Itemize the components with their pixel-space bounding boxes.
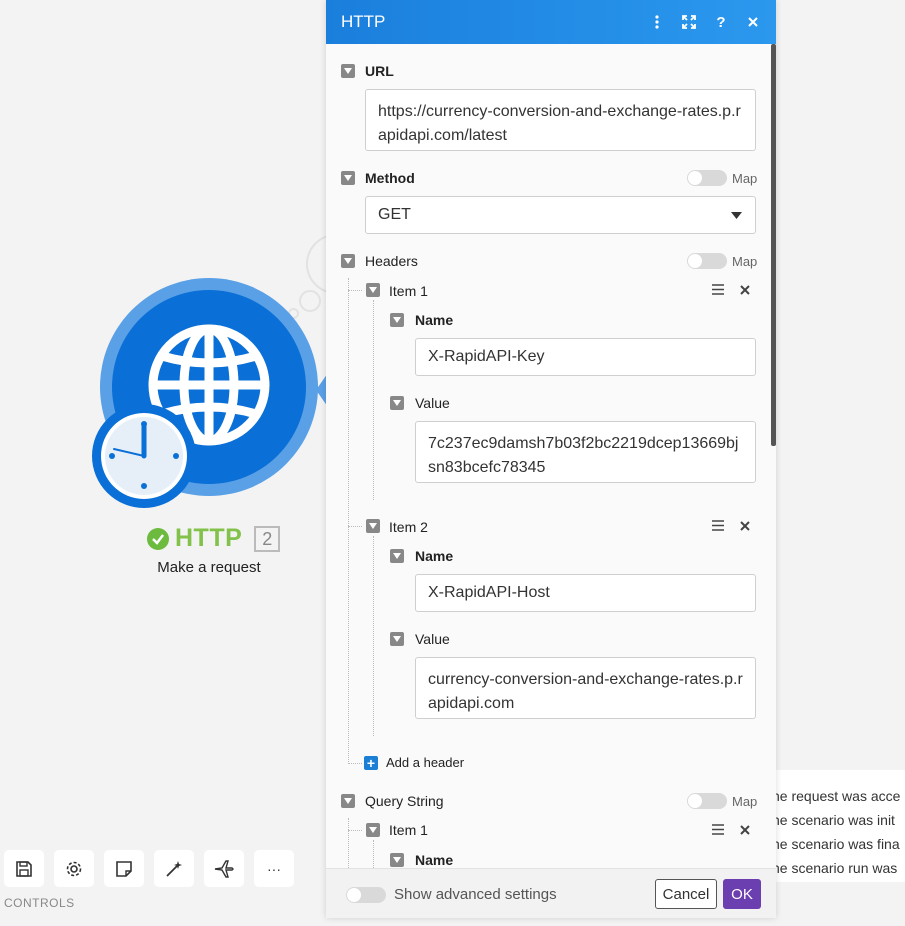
save-button[interactable] [4, 850, 44, 887]
tree-line [348, 830, 362, 831]
chevron-down-icon [731, 212, 742, 219]
auto-align-button[interactable] [154, 850, 194, 887]
method-select[interactable]: GET [365, 196, 756, 234]
tree-line [348, 526, 362, 527]
tree-line [348, 818, 349, 868]
http-module[interactable]: HTTP 2 Make a request [92, 234, 366, 600]
map-label: Map [732, 793, 758, 809]
remove-item-icon[interactable] [740, 825, 750, 835]
headers-collapse-toggle[interactable] [341, 254, 355, 268]
log-line: he scenario run was [772, 860, 898, 876]
tree-line [373, 536, 374, 736]
more-icon: ··· [267, 860, 281, 877]
panel-scrollbar[interactable] [771, 44, 776, 446]
url-label: URL [365, 63, 394, 79]
clock-icon[interactable] [92, 404, 196, 508]
method-map-toggle[interactable]: Map [687, 170, 757, 186]
method-collapse-toggle[interactable] [341, 171, 355, 185]
more-button[interactable]: ··· [254, 850, 294, 887]
http-settings-panel: HTTP ? URL https://currency-conversion-a… [326, 0, 776, 918]
note-icon [116, 860, 132, 877]
tree-line [348, 290, 362, 291]
advanced-settings-label: Show advanced settings [394, 886, 557, 903]
panel-header: HTTP ? [326, 0, 776, 44]
url-field[interactable]: https://currency-conversion-and-exchange… [365, 89, 756, 151]
drag-handle-icon[interactable] [712, 824, 724, 835]
header-1-name-label: Name [415, 312, 454, 328]
remove-item-icon[interactable] [740, 285, 750, 295]
save-icon [16, 860, 32, 877]
module-subtitle: Make a request [157, 559, 261, 576]
header-item-2-label: Item 2 [389, 519, 428, 535]
map-label: Map [732, 253, 758, 269]
header-item-1-collapse-toggle[interactable] [366, 283, 380, 297]
gear-icon [66, 861, 82, 876]
close-icon[interactable] [744, 13, 762, 31]
header-1-name-collapse-toggle[interactable] [390, 313, 404, 327]
method-label: Method [365, 170, 415, 186]
header-1-value-collapse-toggle[interactable] [390, 396, 404, 410]
module-name: HTTP [175, 524, 243, 552]
url-collapse-toggle[interactable] [341, 64, 355, 78]
notes-button[interactable] [104, 850, 144, 887]
add-header-link[interactable]: Add a header [386, 755, 464, 770]
query-item-1-label: Item 1 [389, 822, 428, 838]
header-item-2-collapse-toggle[interactable] [366, 519, 380, 533]
method-value: GET [378, 206, 411, 223]
kebab-menu-icon[interactable] [648, 13, 666, 31]
help-icon[interactable]: ? [712, 13, 730, 31]
tree-line [348, 278, 349, 764]
log-line: he scenario was fina [772, 836, 900, 852]
drag-handle-icon[interactable] [712, 520, 724, 531]
header-1-name-field[interactable]: X-RapidAPI-Key [415, 338, 756, 376]
airplane-icon [214, 859, 234, 878]
header-2-value-collapse-toggle[interactable] [390, 632, 404, 646]
header-2-name-collapse-toggle[interactable] [390, 549, 404, 563]
query-string-label: Query String [365, 793, 444, 809]
expand-icon[interactable] [680, 13, 698, 31]
module-count-badge: 2 [254, 525, 281, 552]
map-switch[interactable] [687, 170, 727, 186]
query-string-map-toggle[interactable]: Map [687, 793, 757, 809]
explain-flow-button[interactable] [204, 850, 244, 887]
headers-map-toggle[interactable]: Map [687, 253, 757, 269]
remove-item-icon[interactable] [740, 521, 750, 531]
controls-toolbar: ··· [4, 850, 294, 887]
magic-wand-icon [166, 860, 182, 877]
header-2-name-field[interactable]: X-RapidAPI-Host [415, 574, 756, 612]
log-panel: he request was acce he scenario was init… [772, 770, 905, 882]
drag-handle-icon[interactable] [712, 284, 724, 295]
map-switch[interactable] [687, 253, 727, 269]
query-1-name-label: Name [415, 852, 454, 868]
tree-line [373, 300, 374, 500]
headers-label: Headers [365, 253, 418, 269]
check-circle-icon [147, 527, 169, 550]
query-item-1-collapse-toggle[interactable] [366, 823, 380, 837]
map-switch[interactable] [687, 793, 727, 809]
query-string-collapse-toggle[interactable] [341, 794, 355, 808]
header-2-value-label: Value [415, 631, 450, 647]
thought-bubble-medium [299, 290, 321, 312]
header-1-value-label: Value [415, 395, 450, 411]
map-label: Map [732, 170, 758, 186]
tree-line [348, 763, 362, 764]
panel-footer: Show advanced settings Cancel OK [326, 868, 776, 918]
settings-button[interactable] [54, 850, 94, 887]
log-line: he scenario was init [772, 812, 895, 828]
log-line: he request was acce [772, 788, 901, 804]
ok-button[interactable]: OK [723, 879, 761, 909]
advanced-settings-toggle[interactable]: Show advanced settings [346, 886, 557, 903]
plus-icon[interactable]: + [364, 756, 378, 770]
controls-label: CONTROLS [4, 896, 75, 910]
cancel-button[interactable]: Cancel [655, 879, 717, 909]
header-1-value-field[interactable]: 7c237ec9damsh7b03f2bc2219dcep13669bjsn83… [415, 421, 756, 483]
advanced-switch[interactable] [346, 886, 386, 903]
header-2-name-label: Name [415, 548, 454, 564]
query-1-name-collapse-toggle[interactable] [390, 853, 404, 867]
panel-title: HTTP [341, 12, 386, 31]
header-item-1-label: Item 1 [389, 283, 428, 299]
module-title-row: HTTP 2 [147, 524, 281, 553]
tree-line [373, 840, 374, 868]
header-2-value-field[interactable]: currency-conversion-and-exchange-rates.p… [415, 657, 756, 719]
